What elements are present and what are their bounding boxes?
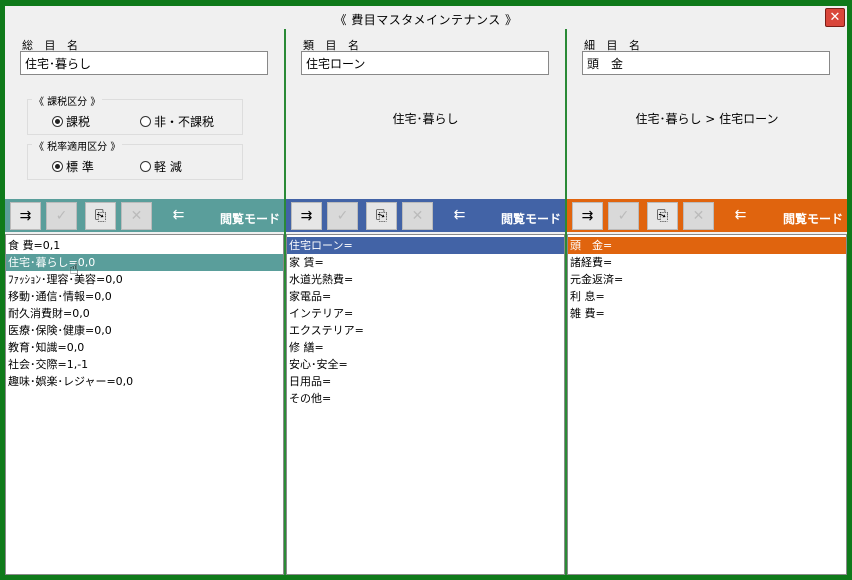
list-item[interactable]: 安心･安全= bbox=[287, 356, 564, 373]
toolbar-category: ⇉ ✓ ⎘ ✕ ⇇ 閲覧モード bbox=[5, 199, 284, 232]
list-item[interactable]: エクステリア= bbox=[287, 322, 564, 339]
subcategory-list[interactable]: 住宅ローン= 家 賃= 水道光熱費= 家電品= インテリア= エクステリア= 修 繕= 安心･… bbox=[286, 234, 565, 575]
radio-empty-icon bbox=[140, 161, 151, 172]
list-item[interactable]: 雑 費= bbox=[568, 305, 846, 322]
list-item[interactable]: 食 費=0,1 bbox=[6, 237, 283, 254]
list-item[interactable]: 修 繕= bbox=[287, 339, 564, 356]
delete-icon: ✕ bbox=[121, 202, 152, 230]
tax-radio-taxable[interactable]: 課税 bbox=[52, 113, 90, 130]
subcategory-breadcrumb: 住宅･暮らし bbox=[392, 112, 459, 126]
insert-row-icon[interactable]: ⇉ bbox=[291, 202, 322, 230]
list-item[interactable]: その他= bbox=[287, 390, 564, 407]
list-item[interactable]: 趣味･娯楽･レジャー=0,0 bbox=[6, 373, 283, 390]
insert-row-icon[interactable]: ⇉ bbox=[10, 202, 41, 230]
list-item[interactable]: 教育･知識=0,0 bbox=[6, 339, 283, 356]
item-list[interactable]: 頭 金= 諸経費= 元金返済= 利 息= 雑 費= bbox=[567, 234, 847, 575]
check-icon: ✓ bbox=[46, 202, 77, 230]
list-item[interactable]: 移動･通信･情報=0,0 bbox=[6, 288, 283, 305]
category-list[interactable]: 食 費=0,1 住宅･暮らし=0,0 ﾌｧｯｼｮﾝ･理容･美容=0,0 移動･通信･情… bbox=[5, 234, 284, 575]
radio-empty-icon bbox=[140, 116, 151, 127]
mode-label: 閲覧モード bbox=[500, 212, 561, 226]
window-title: 《 費目マスタメインテナンス 》 bbox=[334, 13, 518, 27]
list-item[interactable]: 元金返済= bbox=[568, 271, 846, 288]
copy-icon[interactable]: ⎘ bbox=[366, 202, 397, 230]
list-item[interactable]: 耐久消費財=0,0 bbox=[6, 305, 283, 322]
main-window: 《 費目マスタメインテナンス 》 ✕ 総 目 名 住宅･暮らし 《 課税区分 》… bbox=[5, 6, 847, 575]
radio-selected-icon bbox=[52, 116, 63, 127]
rate-group-title: 《 税率適用区分 》 bbox=[32, 138, 123, 153]
category-field[interactable]: 住宅･暮らし bbox=[20, 51, 268, 75]
rate-radio-standard[interactable]: 標 準 bbox=[52, 158, 94, 175]
tax-radio-nontaxable[interactable]: 非・不課税 bbox=[140, 113, 214, 130]
list-item[interactable]: 頭 金= bbox=[568, 237, 846, 254]
tax-group-title: 《 課税区分 》 bbox=[32, 93, 103, 108]
list-item[interactable]: 日用品= bbox=[287, 373, 564, 390]
remove-row-icon[interactable]: ⇇ bbox=[725, 202, 756, 230]
list-item[interactable]: インテリア= bbox=[287, 305, 564, 322]
check-icon: ✓ bbox=[608, 202, 639, 230]
list-item[interactable]: 利 息= bbox=[568, 288, 846, 305]
list-item[interactable]: 諸経費= bbox=[568, 254, 846, 271]
list-item[interactable]: 医療･保険･健康=0,0 bbox=[6, 322, 283, 339]
subcategory-field[interactable]: 住宅ローン bbox=[301, 51, 549, 75]
mode-label: 閲覧モード bbox=[219, 212, 280, 226]
check-icon: ✓ bbox=[327, 202, 358, 230]
list-item[interactable]: ﾌｧｯｼｮﾝ･理容･美容=0,0 bbox=[6, 271, 283, 288]
list-item[interactable]: 家 賃= bbox=[287, 254, 564, 271]
insert-row-icon[interactable]: ⇉ bbox=[572, 202, 603, 230]
toolbar-item: ⇉ ✓ ⎘ ✕ ⇇ 閲覧モード bbox=[567, 199, 847, 232]
item-field[interactable]: 頭 金 bbox=[582, 51, 830, 75]
delete-icon: ✕ bbox=[402, 202, 433, 230]
hand-pointer-icon: ☝ bbox=[69, 259, 79, 278]
mode-label: 閲覧モード bbox=[782, 212, 843, 226]
list-item[interactable]: 水道光熱費= bbox=[287, 271, 564, 288]
tax-group: 《 課税区分 》 課税 非・不課税 bbox=[27, 93, 243, 135]
radio-selected-icon bbox=[52, 161, 63, 172]
copy-icon[interactable]: ⎘ bbox=[647, 202, 678, 230]
list-item[interactable]: 住宅･暮らし=0,0 bbox=[6, 254, 283, 271]
copy-icon[interactable]: ⎘ bbox=[85, 202, 116, 230]
column-item: 細 目 名 頭 金 住宅･暮らし > 住宅ローン ⇉ ✓ ⎘ ✕ ⇇ 閲覧モード 頭 金=… bbox=[567, 29, 847, 575]
list-item[interactable]: 社会･交際=1,-1 bbox=[6, 356, 283, 373]
list-item[interactable]: 住宅ローン= bbox=[287, 237, 564, 254]
item-breadcrumb: 住宅･暮らし > 住宅ローン bbox=[635, 112, 779, 126]
column-category: 総 目 名 住宅･暮らし 《 課税区分 》 課税 非・不課税 《 税率適用区分 … bbox=[5, 29, 284, 575]
rate-radio-reduced[interactable]: 軽 減 bbox=[140, 158, 182, 175]
toolbar-subcategory: ⇉ ✓ ⎘ ✕ ⇇ 閲覧モード bbox=[286, 199, 565, 232]
column-subcategory: 類 目 名 住宅ローン 住宅･暮らし ⇉ ✓ ⎘ ✕ ⇇ 閲覧モード 住宅ローン= 家 賃=… bbox=[286, 29, 565, 575]
remove-row-icon[interactable]: ⇇ bbox=[444, 202, 475, 230]
remove-row-icon[interactable]: ⇇ bbox=[163, 202, 194, 230]
close-icon[interactable]: ✕ bbox=[825, 8, 845, 27]
delete-icon: ✕ bbox=[683, 202, 714, 230]
rate-group: 《 税率適用区分 》 標 準 軽 減 bbox=[27, 138, 243, 180]
list-item[interactable]: 家電品= bbox=[287, 288, 564, 305]
